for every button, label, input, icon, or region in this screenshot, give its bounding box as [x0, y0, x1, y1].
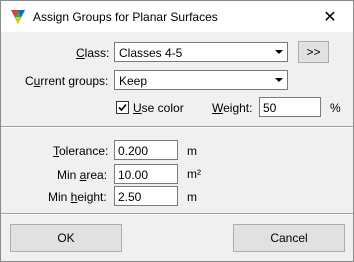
separator: [1, 213, 353, 215]
chevron-down-icon: [270, 43, 287, 61]
min-height-value: 2.50: [118, 190, 142, 204]
ok-button[interactable]: OK: [10, 224, 122, 252]
checkmark-icon: [118, 103, 127, 112]
min-height-unit: m: [187, 190, 197, 204]
min-area-input[interactable]: 10.00: [114, 164, 178, 184]
app-logo-icon: [11, 10, 25, 24]
tolerance-label: Tolerance:: [53, 144, 109, 158]
min-area-unit: m²: [187, 167, 201, 181]
weight-input[interactable]: 50: [259, 97, 321, 117]
dialog-window: Assign Groups for Planar Surfaces ✕ Clas…: [0, 0, 354, 262]
min-area-value: 10.00: [118, 168, 149, 182]
tolerance-unit: m: [187, 144, 197, 158]
current-groups-value: Keep: [119, 74, 148, 88]
min-area-label: Min area:: [57, 168, 108, 182]
dialog-client: Class: Classes 4-5 >> Current groups: Ke…: [1, 32, 353, 261]
current-groups-label: Current groups:: [25, 74, 109, 88]
separator: [1, 126, 353, 128]
min-height-input[interactable]: 2.50: [114, 186, 178, 206]
weight-label: Weight:: [212, 101, 253, 115]
min-height-label: Min height:: [48, 190, 107, 204]
weight-unit: %: [330, 101, 341, 115]
class-combobox[interactable]: Classes 4-5: [114, 42, 288, 62]
use-color-label[interactable]: Use color: [133, 101, 184, 115]
more-button[interactable]: >>: [298, 41, 329, 63]
title-bar: Assign Groups for Planar Surfaces ✕: [1, 1, 353, 32]
cancel-button[interactable]: Cancel: [233, 224, 345, 252]
class-label: Class:: [76, 46, 110, 60]
chevron-down-icon: [270, 71, 287, 89]
tolerance-value: 0.200: [118, 144, 149, 158]
close-button[interactable]: ✕: [307, 1, 353, 32]
tolerance-input[interactable]: 0.200: [114, 140, 178, 160]
use-color-checkbox[interactable]: [116, 101, 129, 114]
weight-value: 50: [263, 101, 277, 115]
window-title: Assign Groups for Planar Surfaces: [33, 10, 218, 24]
close-icon: ✕: [323, 8, 337, 26]
current-groups-combobox[interactable]: Keep: [114, 70, 288, 90]
class-value: Classes 4-5: [119, 46, 183, 60]
